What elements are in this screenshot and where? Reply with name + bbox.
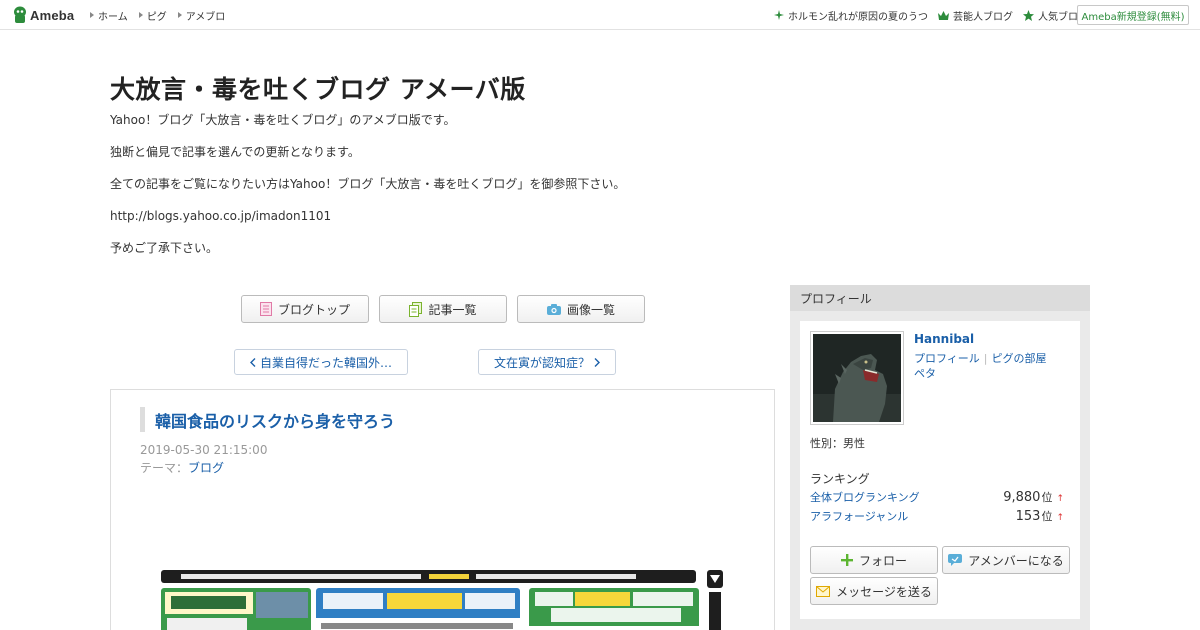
blog-title[interactable]: 大放言・毒を吐くブログ アメーバ版 — [110, 70, 526, 106]
entry-title[interactable]: 韓国食品のリスクから身を守ろう — [140, 407, 395, 432]
camera-icon — [546, 303, 561, 315]
ranking-label-overall[interactable]: 全体ブログランキング — [810, 489, 920, 505]
global-nav: ホーム ピグ アメブロ — [90, 0, 225, 30]
image-list-label: 画像一覧 — [566, 302, 615, 317]
peta-link[interactable]: ペタ — [914, 367, 936, 380]
sidebar-heading: プロフィール — [790, 285, 1090, 311]
register-button[interactable]: Ameba新規登録(無料) — [1077, 5, 1189, 25]
blog-description: Yahoo！ブログ「大放言・毒を吐くブログ」のアメブロ版です。 独断と偏見で記事… — [110, 112, 625, 272]
link-celebrity-blog[interactable]: 芸能人ブログ — [938, 8, 1013, 23]
triangle-right-icon — [177, 12, 182, 18]
nav-ameblo-label: アメブロ — [185, 11, 226, 23]
ranking-row: 全体ブログランキング 9,880 位 ↑ — [810, 489, 1064, 505]
entry-container: 韓国食品のリスクから身を守ろう 2019-05-30 21:15:00 テーマ：… — [110, 389, 775, 630]
image-list-button[interactable]: 画像一覧 — [517, 295, 645, 323]
entry-list-label: 記事一覧 — [428, 302, 477, 317]
pigg-room-link[interactable]: ピグの部屋 — [992, 352, 1047, 365]
global-header-links: ホルモン乱れが原因の夏のうつ 芸能人ブログ 人気ブログ — [774, 0, 1088, 30]
star-icon — [1023, 9, 1034, 21]
follow-button[interactable]: フォロー — [810, 546, 938, 574]
ranking-number: 9,880 — [1003, 490, 1041, 505]
send-message-button[interactable]: メッセージを送る — [810, 577, 938, 605]
article-image — [161, 568, 725, 630]
documents-icon — [409, 301, 423, 317]
ranking-label-genre[interactable]: アラフォージャンル — [810, 508, 908, 524]
nav-ameblo[interactable]: アメブロ — [177, 8, 226, 23]
blog-description-line: 独断と偏見で記事を選んでの更新となります。 — [110, 145, 360, 159]
ranking-unit: 位 — [1041, 510, 1053, 523]
link-separator: | — [983, 352, 988, 365]
amember-button[interactable]: アメンバーになる — [942, 546, 1070, 574]
next-entry-label: 文在寅が認知症？ — [493, 355, 590, 370]
profile-name[interactable]: Hannibal — [914, 332, 974, 346]
profile-card: Hannibal プロフィール | ピグの部屋 ペタ 性別：男性 ランキング 全体ブ… — [800, 321, 1080, 619]
blog-description-line: Yahoo！ブログ「大放言・毒を吐くブログ」のアメブロ版です。 — [110, 113, 456, 127]
ranking-number: 153 — [1015, 509, 1041, 524]
ranking-title: ランキング — [810, 472, 870, 486]
entry-theme-link[interactable]: ブログ — [188, 461, 224, 475]
entry-list-button[interactable]: 記事一覧 — [379, 295, 507, 323]
chevron-right-icon — [594, 357, 600, 367]
ranking-row: アラフォージャンル 153 位 ↑ — [810, 508, 1064, 524]
chevron-left-icon — [249, 357, 256, 367]
ranking-value: 9,880 位 ↑ — [1003, 489, 1064, 505]
entry-date: 2019-05-30 21:15:00 — [140, 443, 268, 457]
entry-theme-label: テーマ： — [140, 461, 189, 475]
ameba-logo[interactable]: Ameba — [13, 6, 74, 24]
sidebar-profile: プロフィール Hannibal プロフィール | ピグの部屋 ペタ 性別：男性 … — [790, 285, 1090, 630]
plus-icon — [840, 554, 853, 566]
link-celebrity-blog-label: 芸能人ブログ — [953, 11, 1013, 23]
profile-link[interactable]: プロフィール — [914, 352, 980, 365]
send-message-label: メッセージを送る — [836, 584, 932, 599]
sparkle-icon — [774, 10, 784, 20]
link-trending-topic[interactable]: ホルモン乱れが原因の夏のうつ — [774, 8, 928, 23]
trend-up-icon: ↑ — [1056, 513, 1064, 523]
blog-top-button[interactable]: ブログトップ — [241, 295, 369, 323]
crown-icon — [938, 10, 949, 20]
next-entry-link[interactable]: 文在寅が認知症？ — [478, 349, 616, 375]
blog-description-line: 予めご了承下さい。 — [110, 241, 219, 255]
ameba-logo-text: Ameba — [30, 7, 75, 23]
document-icon — [259, 302, 272, 316]
link-trending-topic-label: ホルモン乱れが原因の夏のうつ — [788, 11, 928, 23]
ranking-value: 153 位 ↑ — [1016, 508, 1064, 524]
profile-links-row: プロフィール | ピグの部屋 — [914, 351, 1047, 366]
blog-description-line: 全ての記事をご覧になりたい方はYahoo！ブログ「大放言・毒を吐くブログ」を御参… — [110, 177, 626, 191]
prev-entry-label: 自業自得だった韓国外… — [259, 355, 392, 370]
blog-top-label: ブログトップ — [277, 302, 350, 317]
profile-links-row: ペタ — [914, 366, 1047, 381]
avatar[interactable] — [810, 331, 904, 425]
envelope-icon — [816, 585, 831, 597]
follow-label: フォロー — [858, 553, 907, 568]
ameba-logo-icon — [14, 6, 26, 23]
avatar-image — [813, 334, 901, 422]
amember-label: アメンバーになる — [968, 553, 1064, 568]
nav-home[interactable]: ホーム — [90, 8, 128, 23]
triangle-right-icon — [138, 12, 143, 18]
prev-entry-link[interactable]: 自業自得だった韓国外… — [234, 349, 408, 375]
blog-nav-buttons: ブログトップ 記事一覧 画像一覧 — [241, 295, 645, 323]
nav-pigg[interactable]: ピグ — [138, 8, 167, 23]
blog-description-line: http://blogs.yahoo.co.jp/imadon1101 — [110, 209, 332, 223]
triangle-right-icon — [90, 12, 94, 18]
trend-up-icon: ↑ — [1056, 494, 1064, 504]
ranking-unit: 位 — [1041, 491, 1053, 504]
profile-links: プロフィール | ピグの部屋 ペタ — [914, 351, 1047, 381]
profile-gender: 性別：男性 — [810, 437, 865, 450]
nav-home-label: ホーム — [98, 11, 128, 23]
entry-theme: テーマ：ブログ — [140, 459, 224, 476]
speech-bubble-icon — [948, 554, 963, 566]
nav-pigg-label: ピグ — [146, 11, 167, 23]
global-header: Ameba ホーム ピグ アメブロ ホルモン乱れが原因の夏のうつ 芸能人ブログ … — [0, 0, 1200, 30]
